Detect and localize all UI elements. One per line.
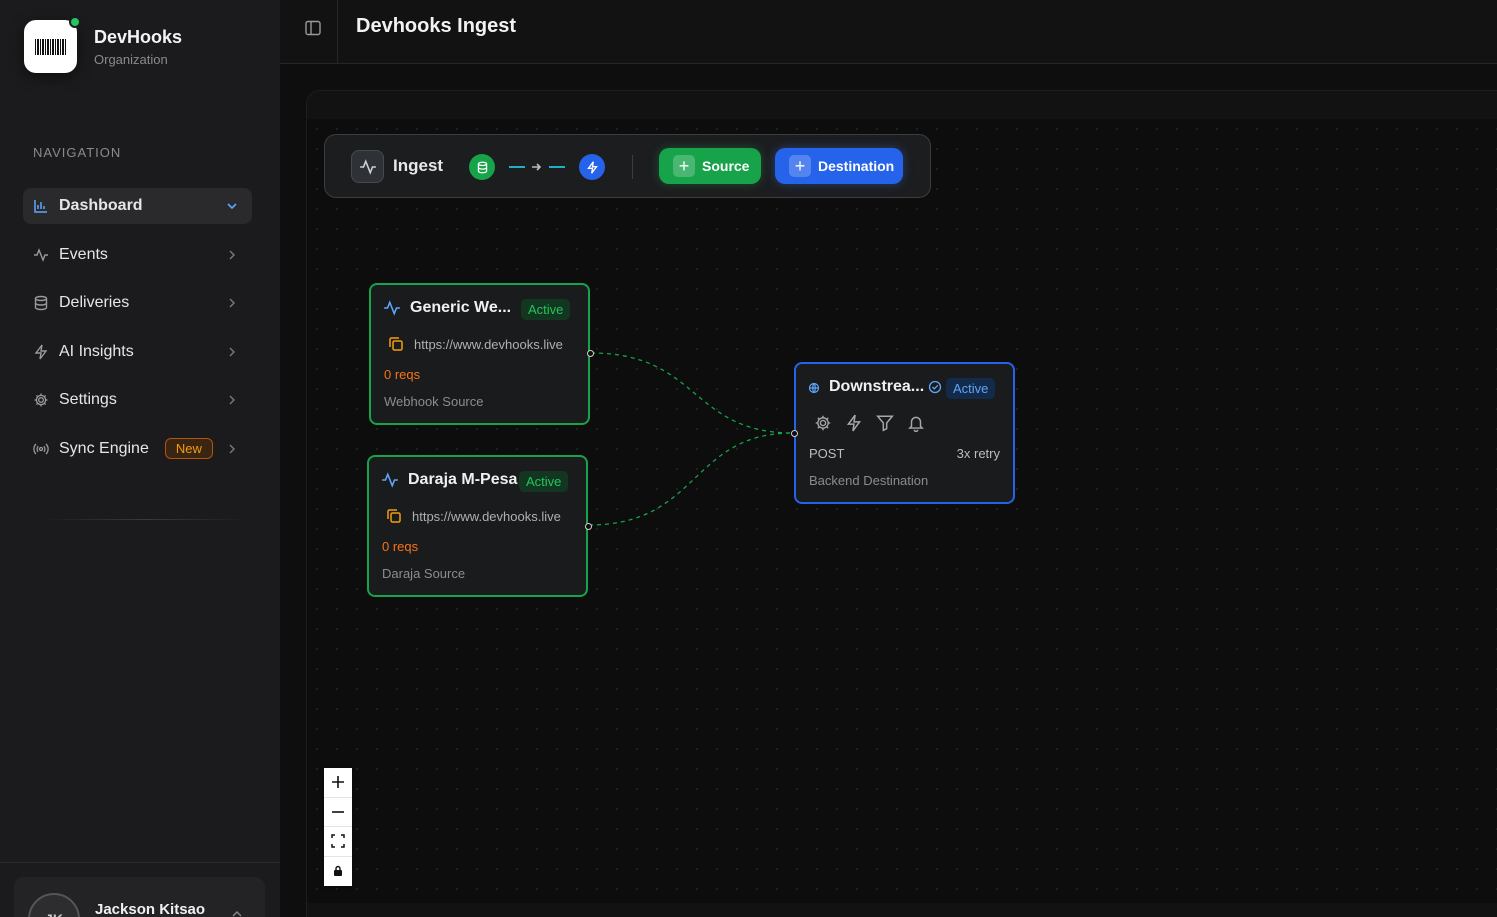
sidebar-nav: Dashboard Events Deliveries AI Insights …: [23, 188, 252, 479]
toolbar-divider: [632, 155, 633, 179]
sidebar-footer-divider: [0, 862, 280, 863]
input-handle[interactable]: [791, 430, 798, 437]
activity-icon: [383, 299, 401, 317]
pipeline-title: Ingest: [393, 156, 444, 175]
globe-icon: [808, 381, 820, 394]
database-icon: [469, 154, 495, 180]
user-menu[interactable]: JK Jackson Kitsao: [14, 877, 265, 917]
sidebar-item-deliveries[interactable]: Deliveries: [23, 285, 252, 321]
node-type: Backend Destination: [809, 473, 929, 488]
zap-icon: [579, 154, 605, 180]
zap-icon: [33, 344, 49, 360]
sidebar-item-dashboard[interactable]: Dashboard: [23, 188, 252, 224]
sidebar-item-events[interactable]: Events: [23, 237, 252, 273]
source-url: https://www.devhooks.live: [414, 336, 563, 352]
activity-icon: [33, 247, 49, 263]
page-title: Devhooks Ingest: [356, 15, 517, 37]
lock-icon[interactable]: [324, 857, 352, 887]
avatar: JK: [28, 893, 80, 917]
zoom-in-button[interactable]: [324, 768, 352, 798]
header-divider: [337, 0, 338, 64]
destination-node-downstream[interactable]: Downstrea... Active POST 3x retry Backen…: [791, 362, 1015, 504]
zoom-out-button[interactable]: [324, 798, 352, 827]
sidebar-item-label: Dashboard: [59, 197, 143, 214]
brand-logo: [24, 16, 81, 73]
copy-icon[interactable]: [385, 507, 403, 525]
chevron-right-icon: [224, 295, 240, 311]
zap-icon[interactable]: [845, 414, 863, 432]
status-badge: Active: [519, 471, 569, 492]
gear-icon[interactable]: [814, 414, 832, 432]
pipeline-toolbar: Ingest + Source + Destination: [324, 134, 931, 198]
sidebar-item-label: Sync Engine: [59, 439, 149, 457]
node-title: Generic We...: [410, 299, 512, 316]
chevron-right-icon: [224, 247, 240, 263]
nav-divider: [40, 519, 250, 520]
canvas-controls: [324, 768, 352, 886]
sidebar: DevHooks Organization NAVIGATION Dashboa…: [0, 0, 280, 917]
new-badge: New: [164, 438, 213, 459]
online-status-dot: [69, 16, 81, 28]
sidebar-item-settings[interactable]: Settings: [23, 382, 252, 418]
request-count: 0 reqs: [382, 539, 419, 554]
nav-section-title: NAVIGATION: [33, 145, 122, 160]
chevron-right-icon: [224, 392, 240, 408]
app-root: DevHooks Organization NAVIGATION Dashboa…: [0, 0, 1497, 917]
status-badge: Active: [946, 378, 996, 399]
bell-icon[interactable]: [907, 414, 925, 433]
sidebar-item-ai-insights[interactable]: AI Insights: [23, 334, 252, 370]
activity-icon: [381, 471, 399, 489]
retry-policy: 3x retry: [956, 446, 1000, 461]
node-type: Webhook Source: [384, 394, 484, 409]
source-url: https://www.devhooks.live: [412, 508, 561, 524]
brand-name: DevHooks: [94, 26, 183, 47]
sidebar-item-label: Events: [59, 245, 108, 263]
filter-icon[interactable]: [876, 414, 894, 432]
node-title: Daraja M-Pesa: [408, 471, 518, 488]
add-source-button[interactable]: + Source: [659, 148, 761, 184]
activity-icon: [351, 150, 384, 183]
node-type: Daraja Source: [382, 566, 466, 581]
request-count: 0 reqs: [384, 367, 421, 382]
user-name: Jackson Kitsao: [95, 901, 206, 917]
chevron-down-icon: [224, 198, 240, 214]
verified-check-icon: [928, 380, 942, 394]
radio-icon: [33, 441, 49, 457]
brand-subtitle: Organization: [94, 51, 168, 67]
sidebar-item-sync-engine[interactable]: Sync Engine New: [23, 431, 252, 467]
database-icon: [33, 295, 49, 311]
brand[interactable]: DevHooks Organization: [24, 16, 183, 73]
top-header: Devhooks Ingest: [280, 0, 1497, 64]
plus-icon: +: [673, 155, 695, 177]
gear-icon: [33, 392, 49, 408]
output-handle[interactable]: [585, 523, 592, 530]
sidebar-item-label: Deliveries: [59, 294, 130, 311]
fit-view-button[interactable]: [324, 827, 352, 857]
barcode-icon: [34, 38, 67, 55]
bar-chart-icon: [33, 198, 49, 214]
chevron-right-icon: [224, 344, 240, 360]
flow-arrow-icon: [507, 157, 567, 177]
http-method: POST: [809, 446, 845, 461]
sidebar-item-label: AI Insights: [59, 342, 134, 360]
copy-icon[interactable]: [387, 335, 405, 353]
chevron-up-icon: [230, 907, 244, 917]
sidebar-toggle-icon[interactable]: [304, 19, 322, 37]
source-node-daraja-mpesa[interactable]: Daraja M-Pesa Active https://www.devhook…: [367, 455, 592, 597]
plus-icon: +: [789, 155, 811, 177]
sidebar-item-label: Settings: [59, 391, 117, 408]
add-destination-button[interactable]: + Destination: [775, 148, 903, 184]
output-handle[interactable]: [587, 350, 594, 357]
status-badge: Active: [521, 299, 571, 320]
node-title: Downstrea...: [829, 378, 925, 395]
chevron-right-icon: [224, 441, 240, 457]
source-node-generic-webhook[interactable]: Generic We... Active https://www.devhook…: [369, 283, 594, 425]
